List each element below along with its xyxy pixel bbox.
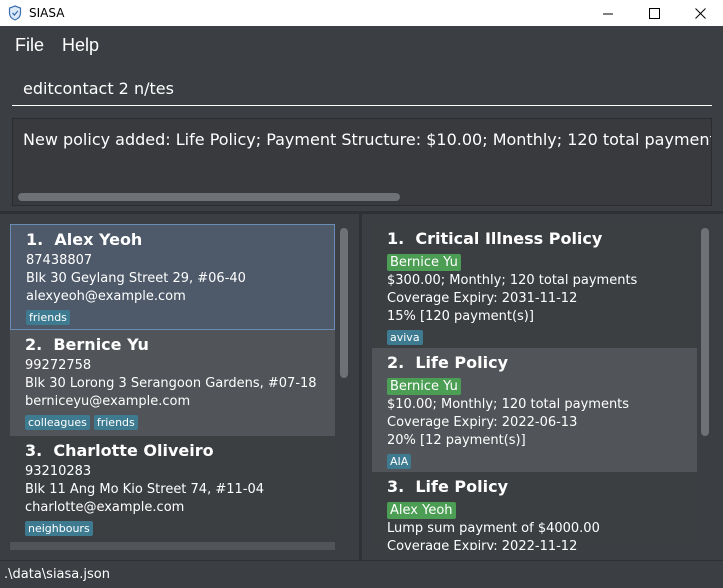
policy-list: 1. Critical Illness Policy Bernice Yu $3… <box>372 224 713 550</box>
close-icon <box>694 7 706 19</box>
contact-list-panel: 1. Alex Yeoh 87438807 Blk 30 Geylang Str… <box>0 214 359 560</box>
contact-tags: neighbours <box>25 517 335 536</box>
contact-tags: colleagues friends <box>25 411 335 430</box>
menu-file[interactable]: File <box>15 35 44 56</box>
policy-title: 3. Life Policy <box>387 477 509 496</box>
contact-card[interactable] <box>10 542 335 550</box>
minimize-button[interactable] <box>585 0 631 26</box>
policy-tags: AIA <box>387 450 697 469</box>
policy-title: 2. Life Policy <box>387 353 509 372</box>
policy-payment: $10.00; Monthly; 120 total payments <box>387 397 630 412</box>
contact-name: 2. Bernice Yu <box>25 335 149 354</box>
contact-address: Blk 11 Ang Mo Kio Street 74, #11-04 <box>25 482 265 497</box>
policy-title: 1. Critical Illness Policy <box>387 229 603 248</box>
contact-tag: friends <box>93 415 138 430</box>
contact-phone: 87438807 <box>26 253 93 268</box>
close-button[interactable] <box>677 0 723 26</box>
policy-payment: Lump sum payment of $4000.00 <box>387 521 600 536</box>
minimize-icon <box>602 13 613 14</box>
command-box <box>0 62 723 114</box>
contact-phone: 93210283 <box>25 464 92 479</box>
contact-address: Blk 30 Geylang Street 29, #06-40 <box>26 271 246 286</box>
policy-owner: Alex Yeoh <box>387 502 456 519</box>
policy-commission: 15% [120 payment(s)] <box>387 309 534 324</box>
policy-expiry: Coverage Expiry: 2031-11-12 <box>387 291 578 306</box>
title-bar: SIASA <box>0 0 723 26</box>
policy-tags: aviva <box>387 326 697 345</box>
maximize-button[interactable] <box>631 0 677 26</box>
result-horizontal-scrollbar[interactable] <box>18 193 400 201</box>
shield-icon <box>8 5 22 21</box>
data-file-path: .\data\siasa.json <box>4 567 110 582</box>
contact-name: 3. Charlotte Oliveiro <box>25 441 214 460</box>
window-title: SIASA <box>29 6 65 20</box>
policy-payment: $300.00; Monthly; 120 total payments <box>387 273 638 288</box>
contact-phone: 99272758 <box>25 358 92 373</box>
policy-tag: aviva <box>387 330 423 345</box>
policy-list-scrollbar[interactable] <box>701 228 709 436</box>
contact-email: berniceyu@example.com <box>25 394 191 409</box>
policy-commission: 20% [12 payment(s)] <box>387 433 526 448</box>
contact-name: 1. Alex Yeoh <box>26 230 143 249</box>
policy-owner: Bernice Yu <box>387 254 461 271</box>
contact-list: 1. Alex Yeoh 87438807 Blk 30 Geylang Str… <box>10 224 350 550</box>
contact-email: alexyeoh@example.com <box>26 289 186 304</box>
contact-tag: neighbours <box>25 521 93 536</box>
contact-tags: friends <box>26 306 334 325</box>
result-message: New policy added: Life Policy; Payment S… <box>23 130 711 149</box>
policy-tag: AIA <box>387 454 412 469</box>
contact-email: charlotte@example.com <box>25 500 185 515</box>
policy-card[interactable]: 3. Life Policy Alex Yeoh Lump sum paymen… <box>372 472 697 550</box>
policy-expiry: Coverage Expiry: 2022-06-13 <box>387 415 578 430</box>
menu-help[interactable]: Help <box>62 35 99 56</box>
contact-tag: colleagues <box>25 415 90 430</box>
maximize-icon <box>648 7 660 19</box>
menu-bar: File Help <box>0 26 723 62</box>
command-input[interactable] <box>12 72 712 106</box>
contact-list-scrollbar[interactable] <box>340 228 348 378</box>
policy-owner: Bernice Yu <box>387 378 461 395</box>
contact-card[interactable]: 3. Charlotte Oliveiro 93210283 Blk 11 An… <box>10 436 335 542</box>
contact-card[interactable]: 2. Bernice Yu 99272758 Blk 30 Lorong 3 S… <box>10 330 335 436</box>
contact-tag: friends <box>26 310 70 325</box>
contact-address: Blk 30 Lorong 3 Serangoon Gardens, #07-1… <box>25 376 317 391</box>
policy-card[interactable]: 1. Critical Illness Policy Bernice Yu $3… <box>372 224 697 348</box>
policy-expiry: Coverage Expiry: 2022-11-12 <box>387 539 578 550</box>
policy-card[interactable]: 2. Life Policy Bernice Yu $10.00; Monthl… <box>372 348 697 472</box>
status-bar: .\data\siasa.json <box>0 560 723 588</box>
result-display: New policy added: Life Policy; Payment S… <box>12 118 712 206</box>
policy-list-panel: 1. Critical Illness Policy Bernice Yu $3… <box>362 214 723 560</box>
contact-card[interactable]: 1. Alex Yeoh 87438807 Blk 30 Geylang Str… <box>10 224 335 330</box>
